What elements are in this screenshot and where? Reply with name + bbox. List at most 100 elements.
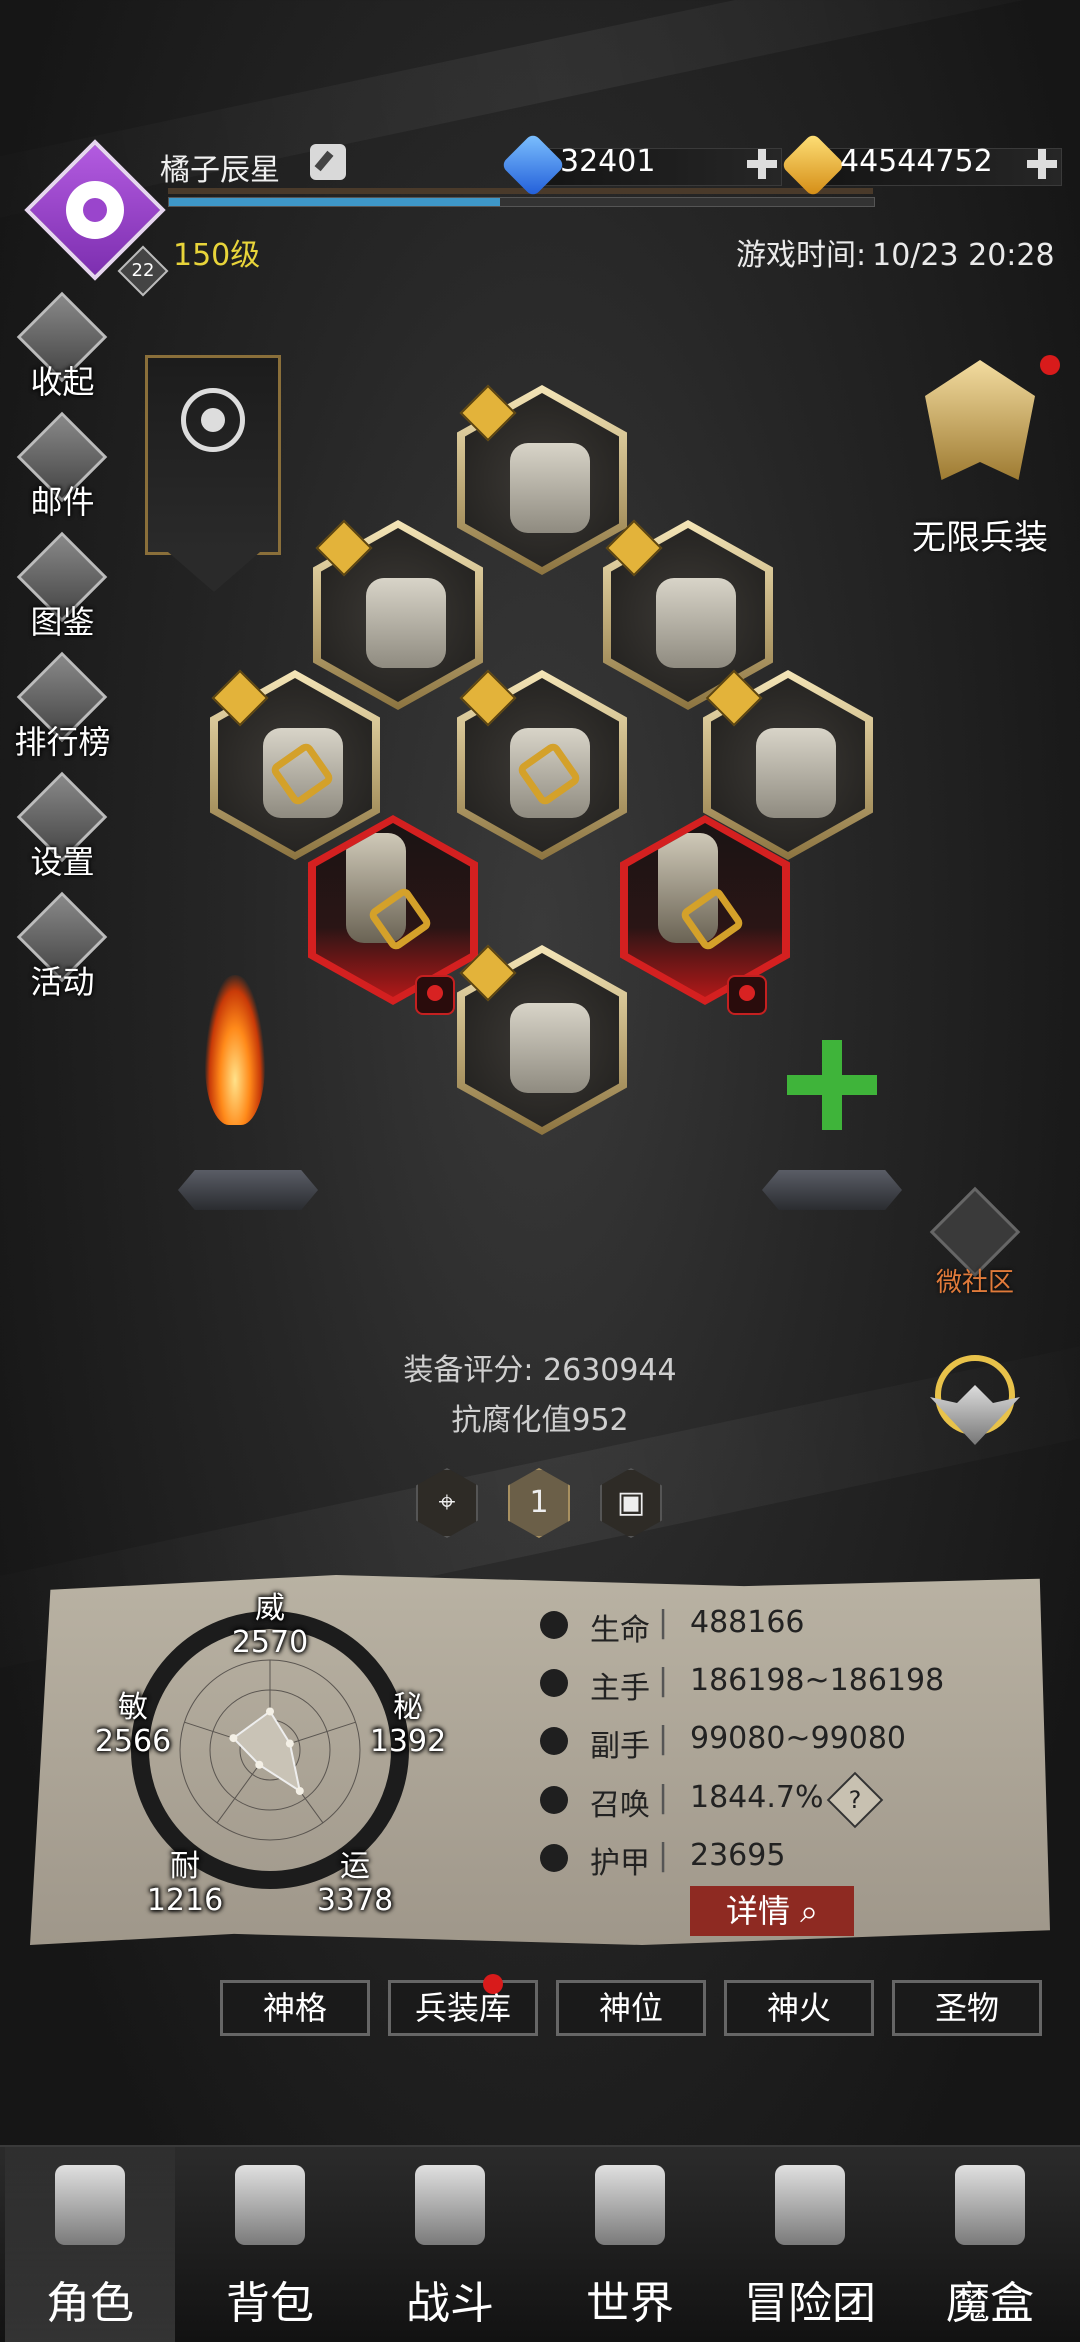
radar-point <box>295 1786 304 1795</box>
nav-backpack[interactable]: 背包 <box>185 2147 355 2342</box>
radar-point <box>266 1707 274 1716</box>
nav-label: 世界 <box>586 2278 674 2329</box>
headband-icon <box>510 443 590 533</box>
nav-magic-box[interactable]: 魔盒 <box>905 2147 1075 2342</box>
cube-icon <box>955 2165 1025 2245</box>
helmet-icon <box>55 2165 125 2245</box>
nav-label: 战斗 <box>406 2278 494 2329</box>
notification-dot <box>1040 355 1060 375</box>
side-collapse-label: 收起 <box>30 363 95 401</box>
relic-platform-left <box>178 1170 318 1210</box>
stat-separator: | <box>658 1605 669 1640</box>
radar-value-shape <box>231 1709 302 1794</box>
cloak-icon <box>756 728 836 818</box>
side-collapse-button[interactable]: 收起 <box>10 291 115 415</box>
flame-relic-icon[interactable] <box>205 975 265 1125</box>
radar-point <box>285 1739 294 1748</box>
stat-name: 召唤 <box>590 1788 650 1823</box>
stat-value: 99080~99080 <box>690 1721 907 1756</box>
stat-separator: | <box>658 1663 669 1698</box>
stat-separator: | <box>658 1780 669 1815</box>
community-button[interactable]: 微社区 <box>915 1186 1035 1300</box>
stat-separator: | <box>658 1721 669 1756</box>
stat-name: 生命 <box>590 1613 650 1648</box>
downgrade-badge-icon <box>727 975 767 1015</box>
player-avatar[interactable]: 22 <box>24 139 169 297</box>
magnifier-icon: ⌕ <box>800 1892 819 1930</box>
radar-stat-name: 敏 <box>118 1690 148 1725</box>
side-codex-button[interactable]: 图鉴 <box>10 531 115 655</box>
radar-point <box>229 1734 238 1743</box>
relic-platform-right <box>762 1170 902 1210</box>
avatar-badge: 22 <box>117 245 169 297</box>
nav-label: 冒险团 <box>744 2278 876 2329</box>
details-button[interactable]: 详情 ⌕ <box>690 1886 854 1936</box>
map-icon <box>595 2165 665 2245</box>
side-mail-button[interactable]: 邮件 <box>10 411 115 535</box>
radar-stat-label: 威 2570 <box>210 1592 330 1660</box>
side-ranking-label: 排行榜 <box>14 723 111 761</box>
edit-name-icon[interactable] <box>310 144 346 180</box>
radar-stat-name: 威 <box>255 1591 285 1626</box>
slot-background <box>628 823 782 997</box>
nav-battle[interactable]: 战斗 <box>365 2147 535 2342</box>
class-icon <box>66 181 124 239</box>
equipment-score-label: 装备评分: <box>403 1353 534 1388</box>
equipment-score: 装备评分: 2630944 <box>0 1345 1080 1389</box>
radar-point <box>255 1760 264 1769</box>
radar-stat-name: 耐 <box>170 1849 200 1884</box>
necklace-icon <box>656 578 736 668</box>
slot-background <box>316 823 470 997</box>
add-gold-button[interactable] <box>1023 146 1059 182</box>
side-mail-label: 邮件 <box>30 483 95 521</box>
stat-name: 主手 <box>590 1671 650 1706</box>
game-time-value: 10/23 20:28 <box>872 238 1055 273</box>
exp-bar-fill <box>169 198 501 206</box>
class-banner[interactable] <box>145 355 281 592</box>
side-settings-label: 设置 <box>30 843 95 881</box>
infinite-gear-button[interactable]: 无限兵装 <box>880 355 1080 565</box>
equipment-score-value: 2630944 <box>543 1353 677 1388</box>
radar-stat-value: 1216 <box>146 1883 224 1918</box>
side-settings-button[interactable]: 设置 <box>10 771 115 895</box>
nav-character[interactable]: 角色 <box>5 2147 175 2342</box>
armory-button[interactable]: 兵装库 <box>388 1980 538 2036</box>
stat-name: 副手 <box>590 1729 650 1764</box>
gold-amount: 44544752 <box>840 144 993 179</box>
stat-value: 488166 <box>690 1605 805 1640</box>
castle-icon <box>775 2165 845 2245</box>
side-event-button[interactable]: 活动 <box>10 891 115 1015</box>
radar-stat-name: 运 <box>340 1849 370 1884</box>
downgrade-badge-icon <box>415 975 455 1015</box>
padlock-icon: ▣ <box>616 1485 646 1520</box>
add-diamond-button[interactable] <box>743 146 779 182</box>
boots-icon <box>510 1003 590 1093</box>
nav-world[interactable]: 世界 <box>545 2147 715 2342</box>
radar-stat-value: 1392 <box>369 1724 447 1759</box>
game-time-label: 游戏时间: <box>736 238 867 273</box>
gauntlet-icon <box>366 578 446 668</box>
nav-adventure-team[interactable]: 冒险团 <box>725 2147 895 2342</box>
side-ranking-button[interactable]: 排行榜 <box>10 651 115 775</box>
exp-bar <box>168 197 875 207</box>
heart-icon <box>540 1611 568 1639</box>
divinity-button[interactable]: 神格 <box>220 1980 370 2036</box>
radar-stat-name: 秘 <box>393 1690 423 1725</box>
player-name: 橘子辰星 <box>160 153 280 188</box>
radar-stat-label: 运 3378 <box>295 1850 415 1918</box>
exp-bar-track <box>168 188 873 194</box>
add-relic-icon[interactable] <box>787 1040 877 1130</box>
community-label: 微社区 <box>935 1268 1014 1298</box>
nav-label: 魔盒 <box>946 2278 1034 2329</box>
bottom-navigation: 角色 背包 战斗 世界 冒险团 魔盒 <box>0 2145 1080 2342</box>
divine-fire-button[interactable]: 神火 <box>724 1980 874 2036</box>
divine-rank-button[interactable]: 神位 <box>556 1980 706 2036</box>
relic-button[interactable]: 圣物 <box>892 1980 1042 2036</box>
top-bar: 22 橘子辰星 150级 游戏时间: 10/23 20:28 32401 4454… <box>0 0 1080 300</box>
side-event-label: 活动 <box>30 963 95 1001</box>
off-hand-icon <box>540 1727 568 1755</box>
backpack-icon <box>235 2165 305 2245</box>
stat-name: 护甲 <box>590 1846 650 1881</box>
sword-shield-icon <box>415 2165 485 2245</box>
eye-emblem-icon <box>181 388 245 452</box>
